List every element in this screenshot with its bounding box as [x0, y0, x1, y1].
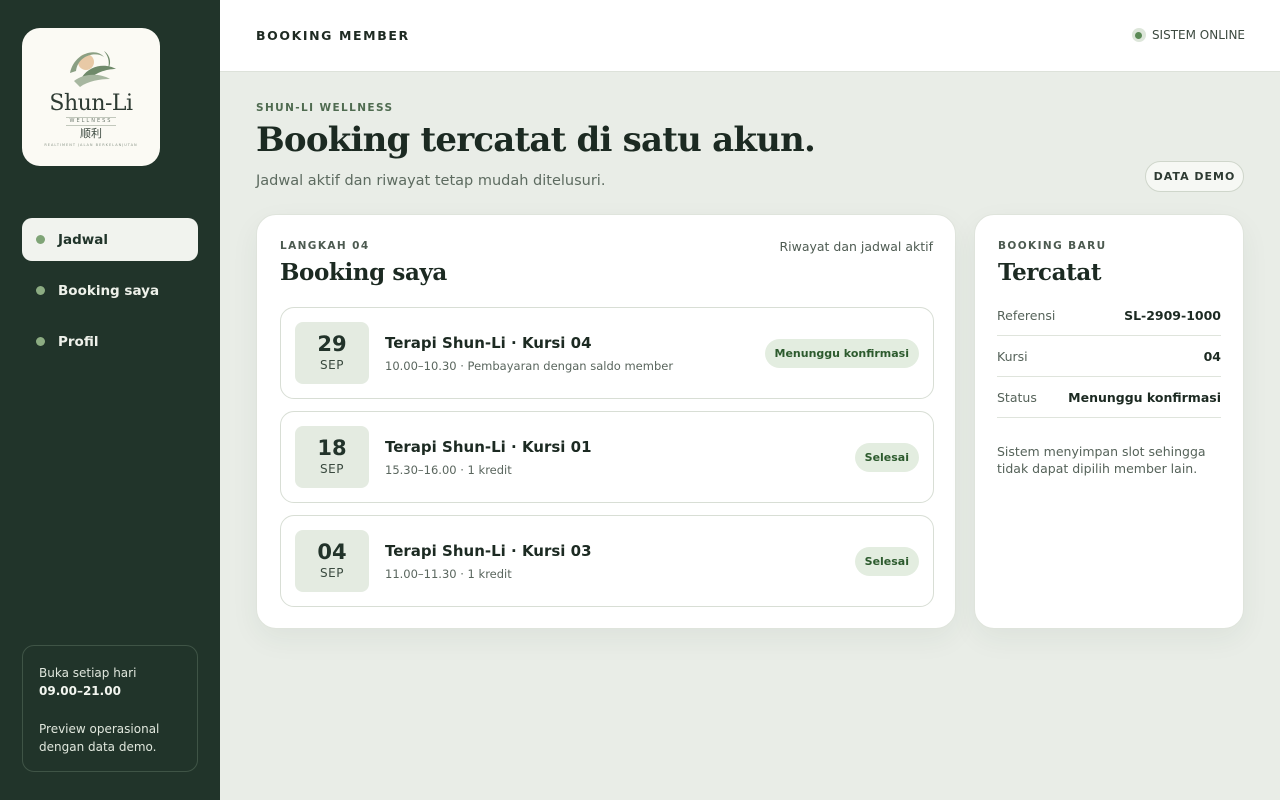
sidebar-item-label: Booking saya — [58, 282, 160, 299]
headline: Booking tercatat di satu akun. — [256, 120, 816, 160]
status-text: SISTEM ONLINE — [1151, 28, 1245, 42]
date-tile: 04 SEP — [295, 530, 369, 592]
leaf-sun-logo-icon — [70, 51, 116, 87]
booking-row[interactable]: 18 SEP Terapi Shun-Li · Kursi 01 15.30–1… — [280, 411, 934, 503]
booking-title: Terapi Shun-Li · Kursi 01 — [385, 438, 592, 456]
status-dot-icon — [1131, 28, 1146, 42]
brand-sub: WELLNESS — [65, 117, 117, 126]
reference-row: Referensi SL-2909-1000 — [997, 295, 1221, 336]
filter-note: Riwayat dan jadwal aktif — [779, 239, 933, 254]
hours-label: Buka setiap hari — [39, 666, 137, 680]
row-value: Menunggu konfirmasi — [1068, 389, 1221, 405]
slot-note: Sistem menyimpan slot sehingga tidak dap… — [997, 444, 1206, 476]
sidebar-item-jadwal[interactable]: Jadwal — [22, 218, 198, 261]
nav-dot-icon — [36, 337, 45, 346]
status-badge: Selesai — [854, 547, 919, 576]
booking-title: Terapi Shun-Li · Kursi 03 — [385, 542, 592, 560]
date-tile: 29 SEP — [295, 322, 369, 384]
demo-data-button[interactable]: DATA DEMO — [1145, 161, 1244, 192]
section-eyebrow: SHUN-LI WELLNESS — [256, 102, 394, 114]
sidebar-nav: Jadwal Booking saya Profil — [22, 218, 198, 371]
preview-note: Preview operasional dengan data demo. — [39, 722, 160, 754]
my-bookings-card: LANGKAH 04 Booking saya Riwayat dan jadw… — [256, 214, 956, 629]
row-value: 04 — [1203, 348, 1221, 364]
date-day: 04 — [317, 540, 347, 564]
page-title: BOOKING MEMBER — [256, 28, 410, 43]
date-month: SEP — [320, 462, 344, 476]
hours-value: 09.00–21.00 — [39, 684, 121, 698]
card-eyebrow: BOOKING BARU — [998, 240, 1107, 252]
booking-row[interactable]: 04 SEP Terapi Shun-Li · Kursi 03 11.00–1… — [280, 515, 934, 607]
status-badge: Menunggu konfirmasi — [764, 339, 919, 368]
date-month: SEP — [320, 566, 344, 580]
booking-detail: 15.30–16.00 · 1 kredit — [385, 463, 512, 477]
booking-detail: 10.00–10.30 · Pembayaran dengan saldo me… — [385, 359, 674, 373]
subheadline: Jadwal aktif dan riwayat tetap mudah dit… — [256, 173, 606, 189]
card-title: Tercatat — [998, 259, 1102, 286]
status-badge: Selesai — [854, 443, 919, 472]
step-label: LANGKAH 04 — [280, 240, 370, 252]
brand-chinese: 顺利 — [80, 127, 102, 140]
top-bar: BOOKING MEMBER SISTEM ONLINE — [220, 0, 1280, 72]
nav-dot-icon — [36, 235, 45, 244]
nav-dot-icon — [36, 286, 45, 295]
system-status: SISTEM ONLINE — [1131, 28, 1245, 42]
brand-name: Shun-Li — [49, 91, 133, 116]
sidebar-item-profil[interactable]: Profil — [22, 320, 198, 363]
brand-logo[interactable]: Shun-Li WELLNESS 顺利 REALTIMENT JALAN BER… — [22, 28, 160, 166]
sidebar-item-booking-saya[interactable]: Booking saya — [22, 269, 198, 312]
row-key: Referensi — [997, 307, 1056, 323]
date-day: 29 — [317, 332, 347, 356]
new-booking-card: BOOKING BARU Tercatat Referensi SL-2909-… — [974, 214, 1244, 629]
booking-title: Terapi Shun-Li · Kursi 04 — [385, 334, 592, 352]
booking-row[interactable]: 29 SEP Terapi Shun-Li · Kursi 04 10.00–1… — [280, 307, 934, 399]
card-title: Booking saya — [280, 259, 447, 286]
row-key: Status — [997, 389, 1037, 405]
opening-hours-box: Buka setiap hari 09.00–21.00 Preview ope… — [22, 645, 198, 772]
booking-detail: 11.00–11.30 · 1 kredit — [385, 567, 512, 581]
seat-row: Kursi 04 — [997, 336, 1221, 377]
date-day: 18 — [317, 436, 347, 460]
date-tile: 18 SEP — [295, 426, 369, 488]
status-row: Status Menunggu konfirmasi — [997, 377, 1221, 418]
sidebar-item-label: Profil — [58, 333, 99, 350]
row-key: Kursi — [997, 348, 1028, 364]
sidebar: Shun-Li WELLNESS 顺利 REALTIMENT JALAN BER… — [0, 0, 220, 800]
sidebar-item-label: Jadwal — [58, 231, 109, 248]
row-value: SL-2909-1000 — [1124, 307, 1221, 323]
brand-tagline: REALTIMENT JALAN BERKELANJUTAN — [44, 143, 138, 147]
date-month: SEP — [320, 358, 344, 372]
